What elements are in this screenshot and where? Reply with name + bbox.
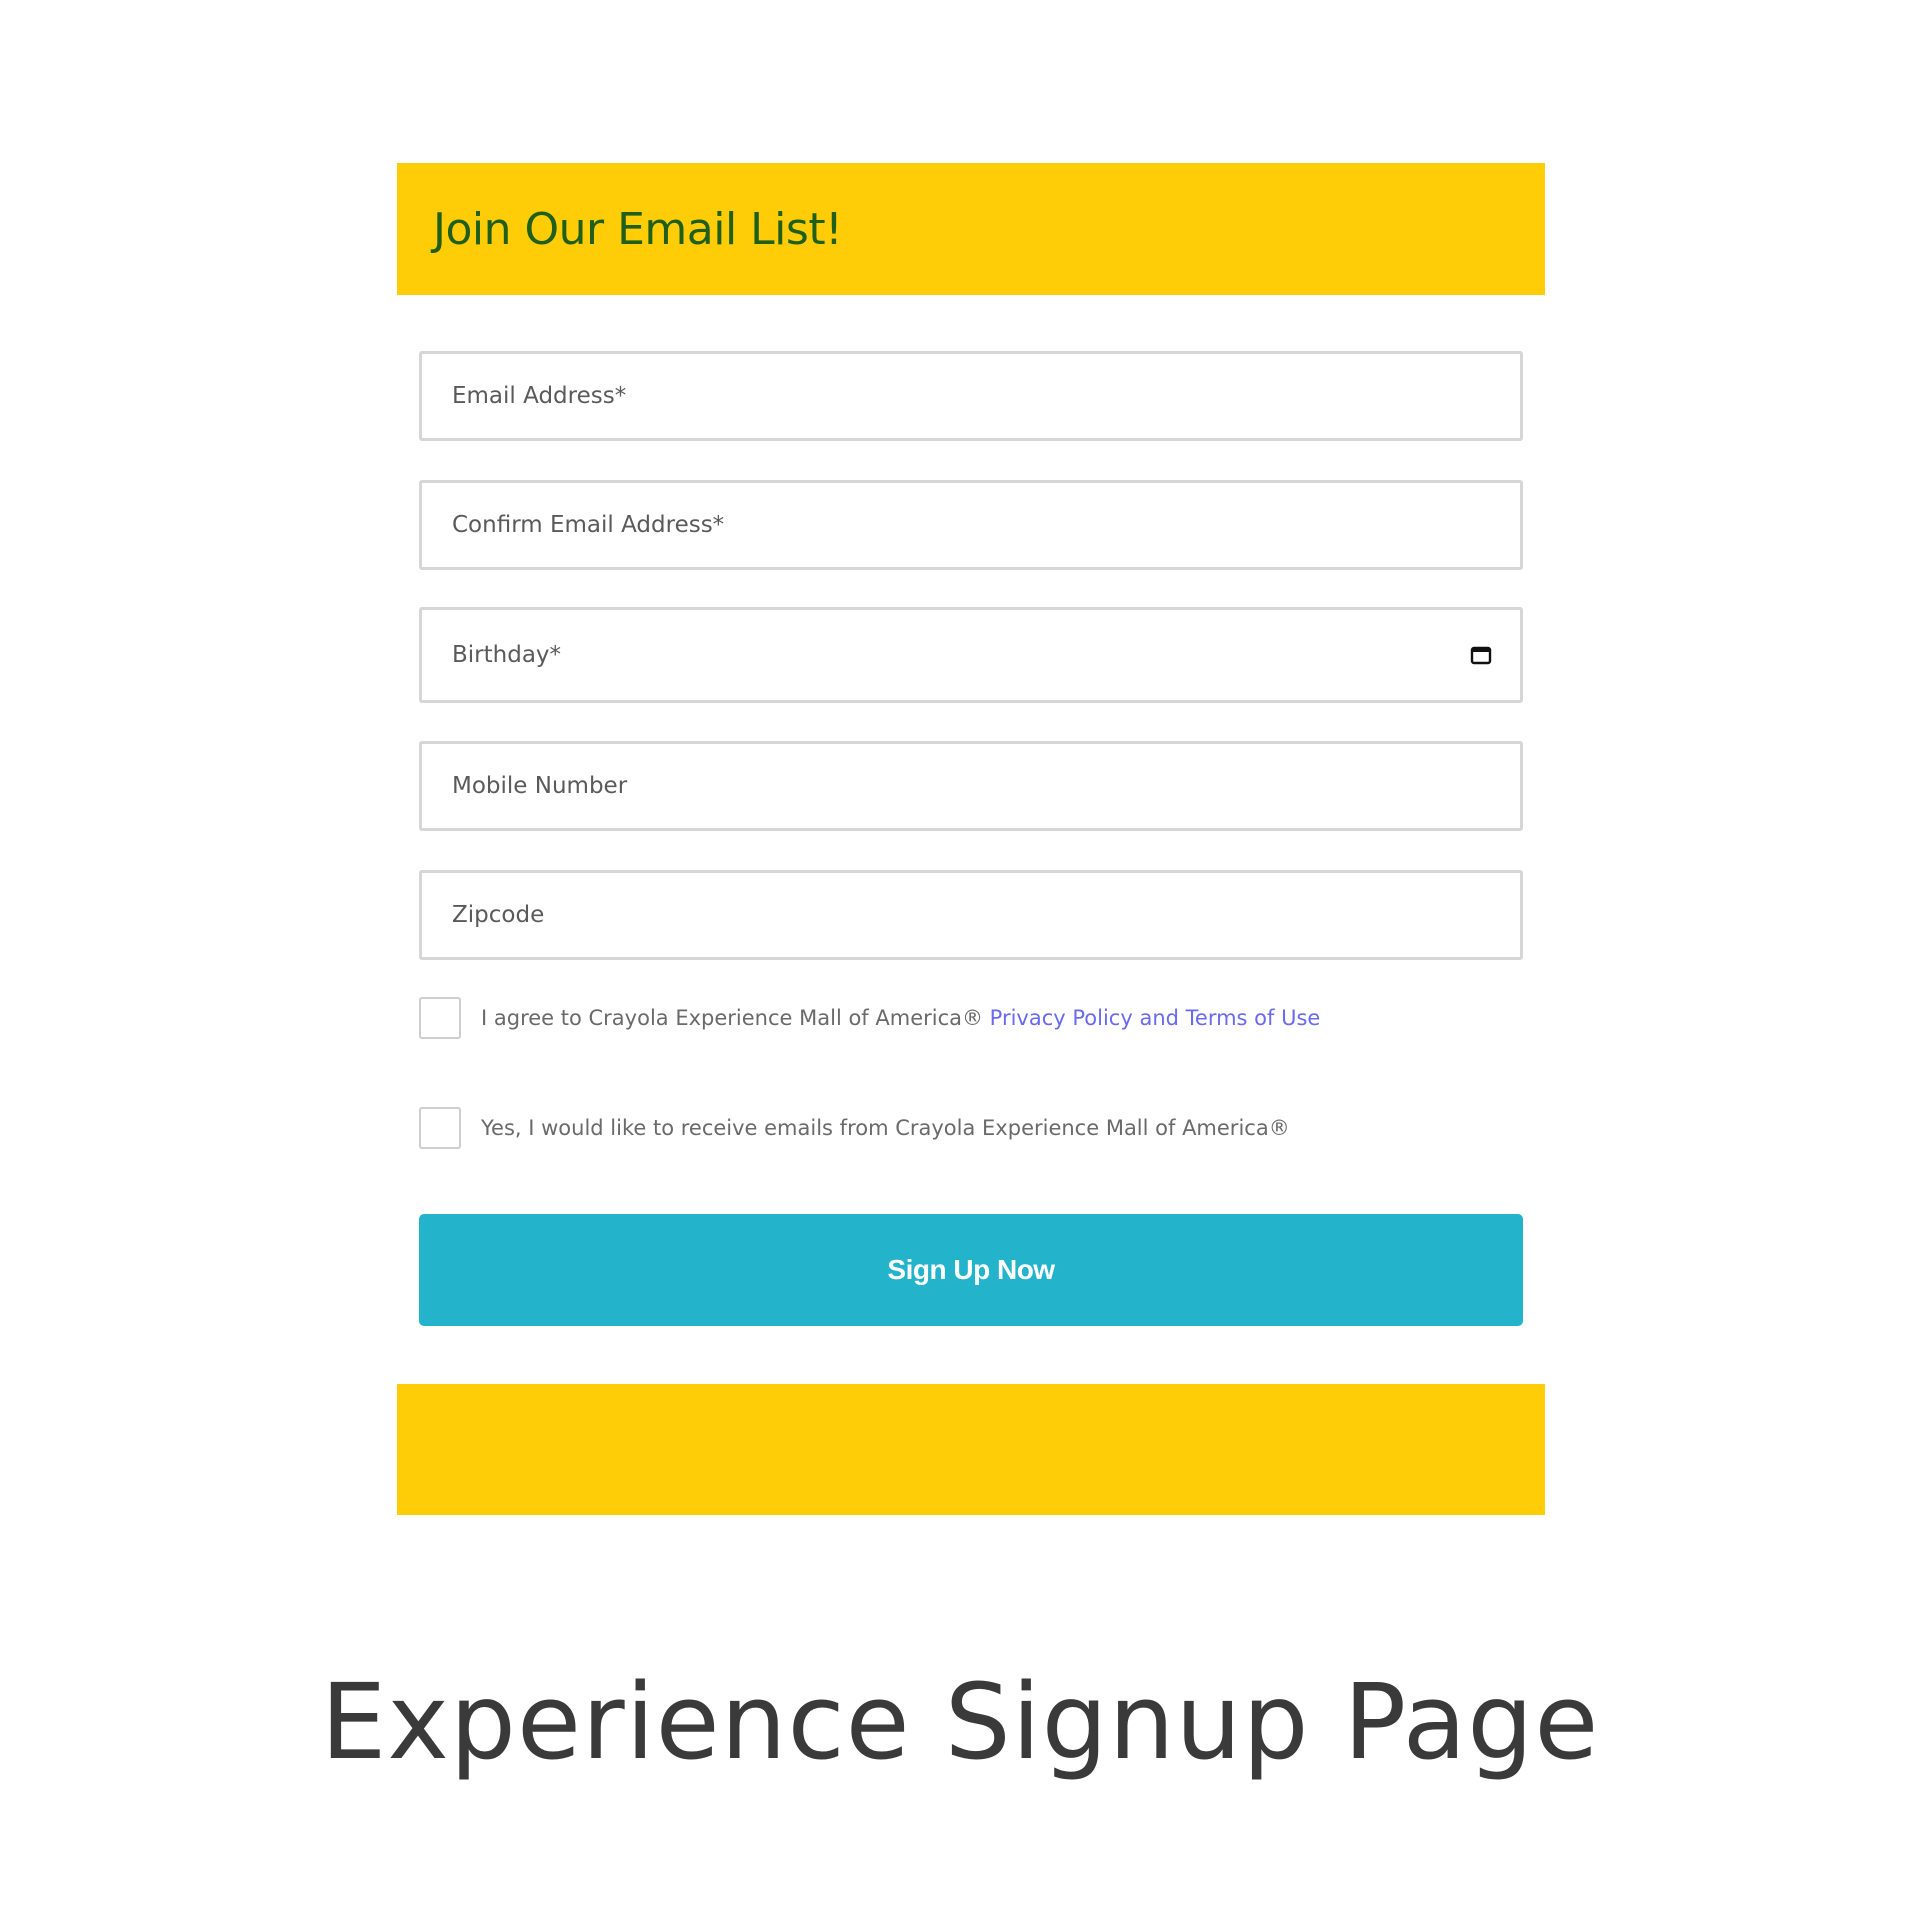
email-field[interactable] [419, 351, 1523, 441]
page: Join Our Email List! I agree to Crayola … [0, 0, 1920, 1920]
privacy-terms-link[interactable]: Privacy Policy and Terms of Use [990, 1006, 1321, 1030]
optin-label: Yes, I would like to receive emails from… [481, 1116, 1290, 1140]
mobile-field[interactable] [419, 741, 1523, 831]
birthday-input[interactable] [450, 609, 1460, 701]
agree-checkbox[interactable] [419, 997, 461, 1039]
form-title: Join Our Email List! [433, 203, 843, 255]
email-input[interactable] [450, 353, 1492, 439]
birthday-field[interactable] [419, 607, 1523, 703]
optin-checkbox[interactable] [419, 1107, 461, 1149]
confirm-email-input[interactable] [450, 482, 1492, 568]
agree-label-text: I agree to Crayola Experience Mall of Am… [481, 1006, 990, 1030]
zipcode-input[interactable] [450, 872, 1492, 958]
confirm-email-field[interactable] [419, 480, 1523, 570]
sign-up-button[interactable]: Sign Up Now [419, 1214, 1523, 1326]
footer-band [397, 1384, 1545, 1515]
header-band: Join Our Email List! [397, 163, 1545, 295]
agree-row: I agree to Crayola Experience Mall of Am… [419, 997, 1320, 1039]
zipcode-field[interactable] [419, 870, 1523, 960]
agree-label: I agree to Crayola Experience Mall of Am… [481, 1006, 1320, 1030]
calendar-icon[interactable] [1470, 645, 1492, 665]
mobile-input[interactable] [450, 743, 1492, 829]
optin-row: Yes, I would like to receive emails from… [419, 1107, 1290, 1149]
page-caption: Experience Signup Page [320, 1661, 1600, 1783]
